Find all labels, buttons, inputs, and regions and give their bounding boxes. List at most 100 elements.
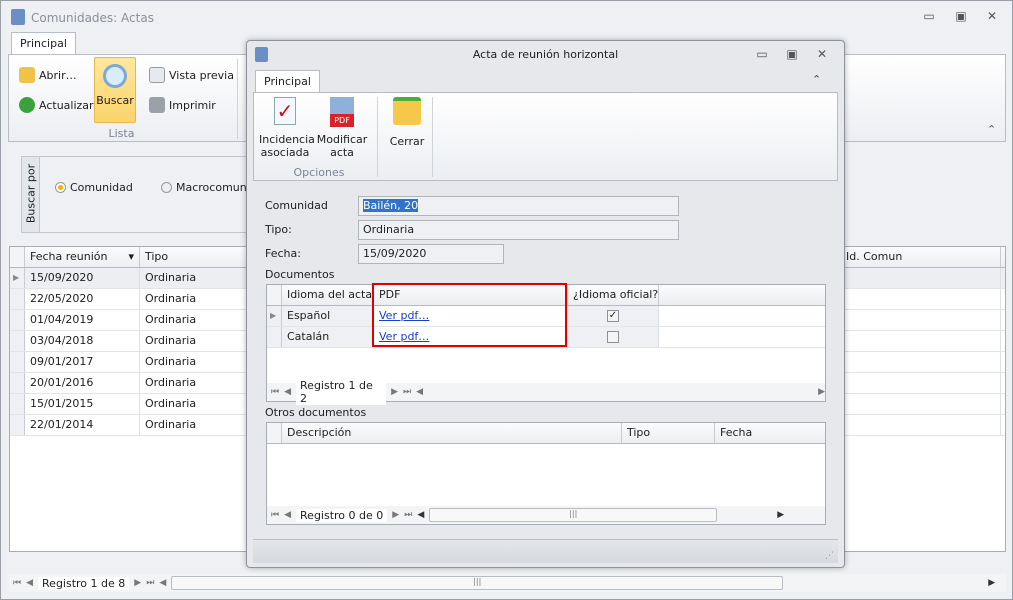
row-indicator: ▶ xyxy=(267,306,282,326)
row-indicator xyxy=(10,394,25,414)
main-pager: ⏮ ◀ Registro 1 de 8 ▶ ⏭ ◀ ||| ▶ xyxy=(9,574,1006,592)
radio-macrocomunidad[interactable]: Macrocomunid xyxy=(161,181,257,194)
scroll-left-icon[interactable]: ◀ xyxy=(417,510,424,520)
scroll-right-icon[interactable]: ▶ xyxy=(988,578,995,588)
row-indicator xyxy=(10,331,25,351)
maximize-button[interactable]: ▣ xyxy=(951,9,971,25)
other-documents-grid: Descripción Tipo Fecha ⏮ ◀ Registro 0 de … xyxy=(266,422,826,525)
column-header-id-comunidad[interactable]: Id. Comun xyxy=(841,247,1001,267)
app-icon xyxy=(11,9,25,25)
next-record-icon[interactable]: ▶ xyxy=(392,510,399,520)
horizontal-scrollbar-thumb[interactable]: ||| xyxy=(429,508,718,522)
radio-comunidad[interactable]: Comunidad xyxy=(55,181,133,194)
column-header-fecha[interactable]: Fecha reunión ▾ xyxy=(25,247,140,267)
row-indicator xyxy=(10,415,25,435)
cell-idioma-oficial xyxy=(568,327,659,347)
scroll-left-icon[interactable]: ◀ xyxy=(416,387,423,397)
printer-icon xyxy=(149,97,165,113)
record-counter: Registro 1 de 2 xyxy=(296,379,387,405)
search-by-label: Buscar por xyxy=(24,163,38,224)
minimize-button[interactable]: ▭ xyxy=(919,9,939,25)
fecha-label: Fecha: xyxy=(265,247,301,260)
group-label-opciones: Opciones xyxy=(293,166,345,179)
cell-id-comunidad xyxy=(841,352,1001,372)
next-record-icon[interactable]: ▶ xyxy=(134,578,141,588)
record-counter: Registro 0 de 0 xyxy=(296,508,388,522)
first-record-icon[interactable]: ⏮ xyxy=(271,387,279,397)
dialog-collapse-ribbon-icon[interactable]: ⌃ xyxy=(812,73,821,86)
modify-acta-button[interactable]: PDF Modificar acta xyxy=(316,97,368,159)
close-button[interactable]: ✕ xyxy=(982,9,1002,25)
dialog-minimize-button[interactable]: ▭ xyxy=(752,47,772,63)
cell-fecha: 22/05/2020 xyxy=(25,289,140,309)
scroll-right-icon[interactable]: ▶ xyxy=(818,387,825,397)
magnifier-icon xyxy=(103,64,127,88)
column-header-descripcion[interactable]: Descripción xyxy=(282,423,622,443)
tipo-field[interactable]: Ordinaria xyxy=(358,220,679,240)
column-header-fecha[interactable]: Fecha xyxy=(715,423,825,443)
cell-fecha: 09/01/2017 xyxy=(25,352,140,372)
refresh-button[interactable]: Actualizar xyxy=(19,97,94,113)
documents-label: Documentos xyxy=(265,268,335,281)
resize-grip-icon[interactable]: ⋰ xyxy=(825,551,834,561)
column-header-idioma[interactable]: Idioma del acta xyxy=(282,285,374,305)
divider xyxy=(432,97,433,177)
print-button[interactable]: Imprimir xyxy=(149,97,216,113)
cell-id-comunidad xyxy=(841,289,1001,309)
fecha-field[interactable]: 15/09/2020 xyxy=(358,244,504,264)
cell-id-comunidad xyxy=(841,310,1001,330)
cell-id-comunidad xyxy=(841,415,1001,435)
preview-icon xyxy=(149,67,165,83)
open-button[interactable]: Abrir… xyxy=(19,67,77,83)
prev-record-icon[interactable]: ◀ xyxy=(26,578,33,588)
dialog-tab-principal[interactable]: Principal xyxy=(255,70,320,93)
divider xyxy=(377,97,378,177)
checkbox-unchecked-icon[interactable] xyxy=(607,331,619,343)
search-button[interactable]: Buscar xyxy=(94,57,136,123)
prev-record-icon[interactable]: ◀ xyxy=(284,387,291,397)
row-indicator xyxy=(10,289,25,309)
next-record-icon[interactable]: ▶ xyxy=(391,387,398,397)
acta-dialog: Acta de reunión horizontal ▭ ▣ ✕ Princip… xyxy=(246,40,845,568)
dialog-maximize-button[interactable]: ▣ xyxy=(782,47,802,63)
other-documents-pager: ⏮ ◀ Registro 0 de 0 ▶ ⏭ ◀ ||| ▶ xyxy=(267,506,825,524)
row-indicator: ▶ xyxy=(10,268,25,288)
column-header-idioma-oficial[interactable]: ¿Idioma oficial? xyxy=(568,285,659,305)
pdf-highlight-box xyxy=(372,283,567,347)
preview-button[interactable]: Vista previa xyxy=(149,67,234,83)
collapse-ribbon-icon[interactable]: ⌃ xyxy=(987,123,996,136)
scroll-right-icon[interactable]: ▶ xyxy=(777,510,784,520)
record-counter: Registro 1 de 8 xyxy=(38,576,130,590)
last-record-icon[interactable]: ⏭ xyxy=(404,510,412,520)
horizontal-scrollbar-thumb[interactable]: ||| xyxy=(171,576,784,590)
checkbox-checked-icon[interactable]: ✓ xyxy=(607,310,619,322)
radio-checked-icon xyxy=(55,182,66,193)
cell-idioma: Catalán xyxy=(282,327,374,347)
row-indicator xyxy=(267,327,282,347)
cell-id-comunidad xyxy=(841,373,1001,393)
first-record-icon[interactable]: ⏮ xyxy=(271,510,279,520)
cell-fecha: 22/01/2014 xyxy=(25,415,140,435)
dialog-status-bar: ⋰ xyxy=(253,539,838,563)
incidence-button[interactable]: ✓ Incidencia asociada xyxy=(259,97,315,159)
scroll-left-icon[interactable]: ◀ xyxy=(159,578,166,588)
column-header-tipo[interactable]: Tipo xyxy=(622,423,715,443)
radio-unchecked-icon xyxy=(161,182,172,193)
sort-dropdown-icon[interactable]: ▾ xyxy=(128,250,134,264)
close-dialog-button[interactable]: Cerrar xyxy=(384,97,430,148)
row-indicator xyxy=(10,352,25,372)
cell-fecha: 20/01/2016 xyxy=(25,373,140,393)
documents-pager: ⏮ ◀ Registro 1 de 2 ▶ ⏭ ◀ ▶ xyxy=(267,379,825,405)
cell-id-comunidad xyxy=(841,331,1001,351)
cell-fecha: 15/01/2015 xyxy=(25,394,140,414)
prev-record-icon[interactable]: ◀ xyxy=(284,510,291,520)
comunidad-field[interactable]: Bailén, 20 xyxy=(358,196,679,216)
pdf-edit-icon: PDF xyxy=(330,97,354,127)
cell-fecha: 15/09/2020 xyxy=(25,268,140,288)
last-record-icon[interactable]: ⏭ xyxy=(146,578,154,588)
dialog-close-button[interactable]: ✕ xyxy=(812,47,832,63)
last-record-icon[interactable]: ⏭ xyxy=(403,387,411,397)
first-record-icon[interactable]: ⏮ xyxy=(13,578,21,588)
folder-exit-icon xyxy=(393,97,421,125)
tab-principal[interactable]: Principal xyxy=(11,32,76,55)
